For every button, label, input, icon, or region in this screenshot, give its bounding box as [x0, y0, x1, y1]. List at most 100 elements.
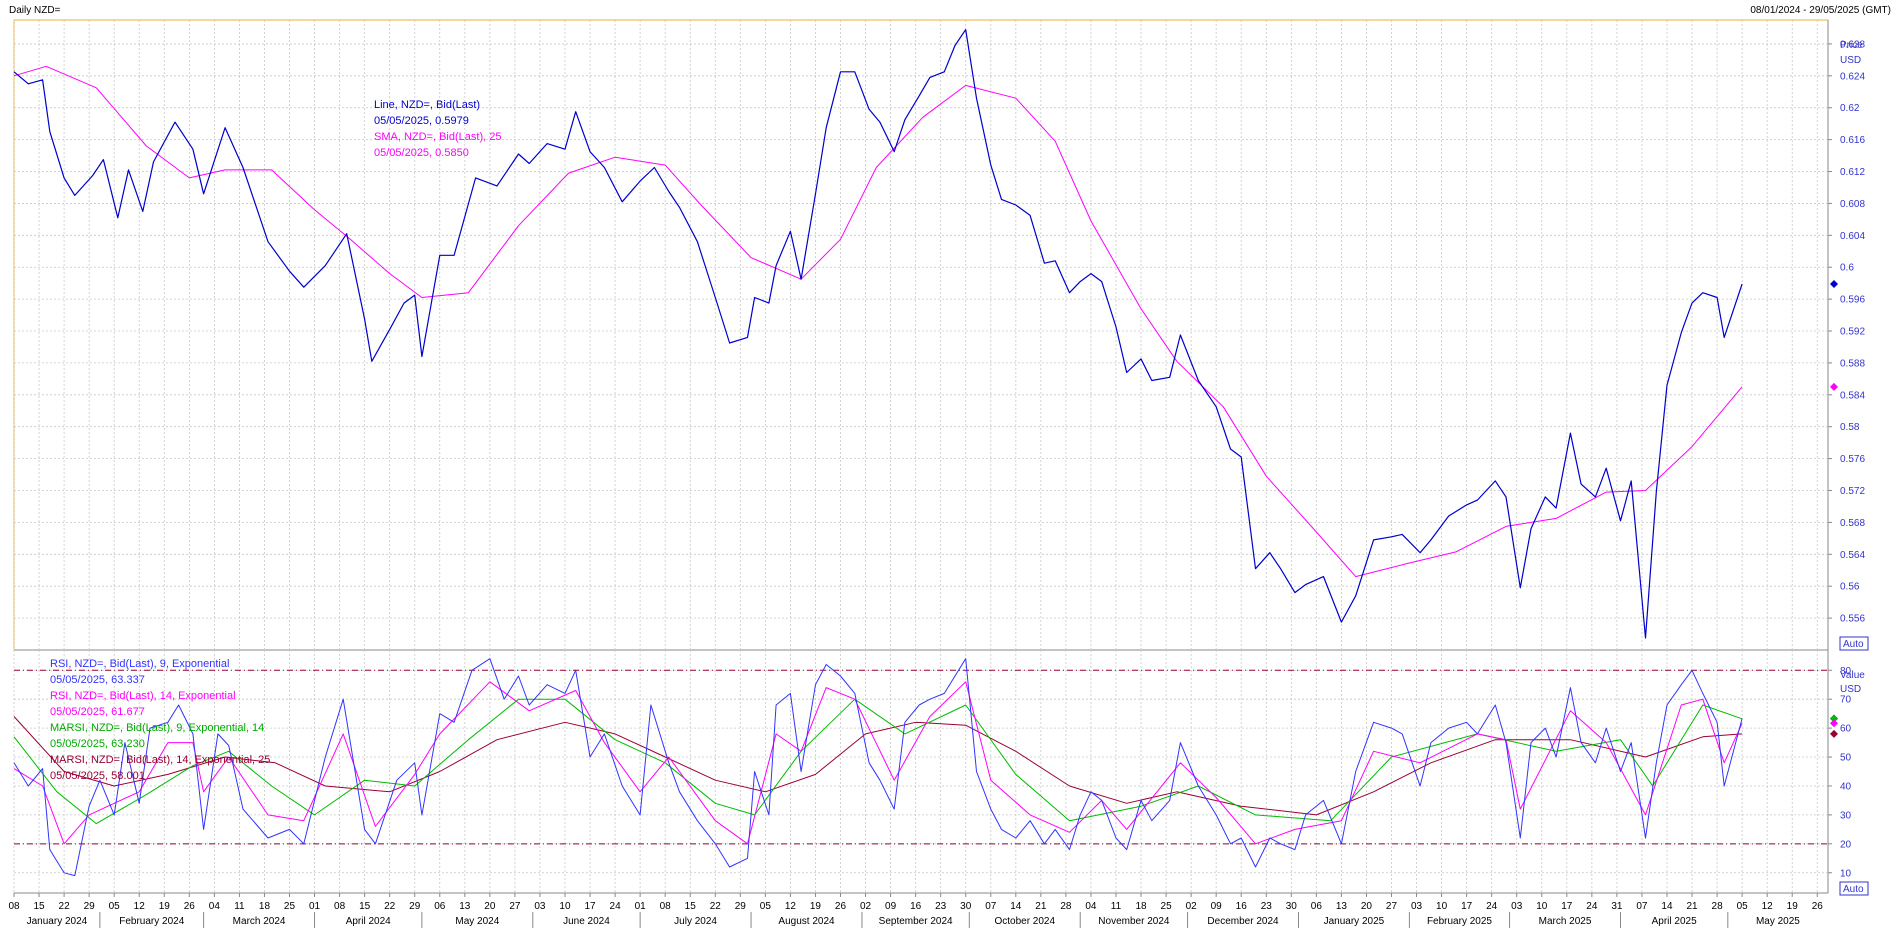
x-day-tick-label: 12	[785, 901, 797, 912]
x-day-tick-label: 12	[1762, 901, 1774, 912]
x-day-tick-label: 05	[1737, 901, 1749, 912]
price-y-tick-label: 0.592	[1840, 327, 1865, 338]
osc-auto-label[interactable]: Auto	[1843, 884, 1864, 895]
x-day-tick-label: 17	[584, 901, 596, 912]
x-day-tick-label: 17	[1461, 901, 1473, 912]
x-day-tick-label: 22	[59, 901, 71, 912]
x-day-tick-label: 19	[810, 901, 822, 912]
price-legend-sma-name: SMA, NZD=, Bid(Last), 25	[374, 131, 501, 143]
osc-legend-rsi14-name: RSI, NZD=, Bid(Last), 14, Exponential	[50, 690, 236, 702]
x-month-label: January 2025	[1324, 916, 1385, 927]
x-day-tick-label: 23	[1261, 901, 1273, 912]
x-day-tick-label: 02	[1186, 901, 1198, 912]
osc-axis-unit: USD	[1840, 684, 1861, 695]
price-y-tick-label: 0.584	[1840, 390, 1865, 401]
chart: Daily NZD= 08/01/2024 - 29/05/2025 (GMT)…	[0, 0, 1898, 932]
x-day-tick-label: 06	[1311, 901, 1323, 912]
price-legend-line-name: Line, NZD=, Bid(Last)	[374, 99, 480, 111]
price-auto-label[interactable]: Auto	[1843, 639, 1864, 650]
x-day-tick-label: 03	[1511, 901, 1523, 912]
price-y-tick-label: 0.56	[1840, 582, 1860, 593]
osc-legend-marsi9-name: MARSI, NZD=, Bid(Last), 9, Exponential, …	[50, 722, 264, 734]
x-day-tick-label: 04	[209, 901, 221, 912]
price-axis-title: Price	[1840, 40, 1863, 51]
x-day-tick-label: 15	[33, 901, 45, 912]
x-month-label: March 2024	[233, 916, 286, 927]
osc-legend-marsi9-value: 05/05/2025, 63.230	[50, 738, 145, 750]
x-day-tick-label: 10	[559, 901, 571, 912]
x-day-tick-label: 01	[309, 901, 321, 912]
x-day-tick-label: 12	[134, 901, 146, 912]
price-y-tick-label: 0.596	[1840, 295, 1865, 306]
price-y-tick-label: 0.576	[1840, 454, 1865, 465]
x-day-tick-label: 16	[910, 901, 922, 912]
x-day-tick-label: 24	[1486, 901, 1498, 912]
osc-legend-rsi9-value: 05/05/2025, 63.337	[50, 674, 145, 686]
x-day-tick-label: 26	[1812, 901, 1824, 912]
x-day-tick-label: 14	[1010, 901, 1022, 912]
osc-y-tick-label: 40	[1840, 781, 1852, 792]
x-day-tick-label: 30	[1286, 901, 1298, 912]
x-day-tick-label: 14	[1661, 901, 1673, 912]
x-day-tick-label: 21	[1035, 901, 1047, 912]
price-y-tick-label: 0.6	[1840, 263, 1854, 274]
x-day-tick-label: 18	[1135, 901, 1147, 912]
price-legend-sma-value: 05/05/2025, 0.5850	[374, 147, 469, 159]
x-day-tick-label: 15	[685, 901, 697, 912]
price-y-tick-label: 0.608	[1840, 199, 1865, 210]
date-range: 08/01/2024 - 29/05/2025 (GMT)	[1750, 5, 1891, 16]
osc-y-tick-label: 70	[1840, 695, 1852, 706]
x-day-tick-label: 24	[1586, 901, 1598, 912]
x-month-label: September 2024	[879, 916, 953, 927]
osc-y-tick-label: 20	[1840, 839, 1852, 850]
x-day-tick-label: 27	[1386, 901, 1398, 912]
x-month-label: August 2024	[778, 916, 835, 927]
x-month-label: January 2024	[27, 916, 88, 927]
x-day-tick-label: 27	[509, 901, 521, 912]
price-y-tick-label: 0.568	[1840, 518, 1865, 529]
x-day-tick-label: 10	[1436, 901, 1448, 912]
x-day-tick-label: 11	[1111, 901, 1122, 912]
x-day-tick-label: 11	[234, 901, 245, 912]
osc-legend-rsi9-name: RSI, NZD=, Bid(Last), 9, Exponential	[50, 658, 229, 670]
x-month-label: June 2024	[563, 916, 610, 927]
x-day-tick-label: 19	[1787, 901, 1799, 912]
price-legend-line-value: 05/05/2025, 0.5979	[374, 115, 469, 127]
x-day-tick-label: 04	[1085, 901, 1097, 912]
price-y-tick-label: 0.62	[1840, 103, 1860, 114]
x-day-tick-label: 06	[434, 901, 446, 912]
x-day-tick-label: 21	[1686, 901, 1698, 912]
x-day-tick-label: 29	[735, 901, 747, 912]
x-month-label: November 2024	[1098, 916, 1170, 927]
x-month-label: July 2024	[674, 916, 717, 927]
chart-background	[0, 0, 1898, 932]
price-y-tick-label: 0.588	[1840, 358, 1865, 369]
x-day-tick-label: 09	[1211, 901, 1223, 912]
osc-axis-title: Value	[1840, 670, 1865, 681]
x-day-tick-label: 05	[109, 901, 121, 912]
x-day-tick-label: 18	[259, 901, 271, 912]
x-day-tick-label: 07	[985, 901, 997, 912]
x-month-label: February 2024	[119, 916, 184, 927]
price-y-tick-label: 0.612	[1840, 167, 1865, 178]
x-day-tick-label: 17	[1561, 901, 1573, 912]
osc-auto-button[interactable]: Auto	[1839, 881, 1869, 896]
x-day-tick-label: 16	[1236, 901, 1248, 912]
x-day-tick-label: 29	[84, 901, 96, 912]
x-month-label: March 2025	[1539, 916, 1592, 927]
price-y-tick-label: 0.58	[1840, 422, 1860, 433]
x-day-tick-label: 08	[8, 901, 20, 912]
osc-legend-rsi14-value: 05/05/2025, 61.677	[50, 706, 145, 718]
x-day-tick-label: 08	[334, 901, 346, 912]
x-day-tick-label: 30	[960, 901, 972, 912]
x-day-tick-label: 15	[359, 901, 371, 912]
price-axis-unit: USD	[1840, 55, 1861, 66]
price-y-tick-label: 0.556	[1840, 614, 1865, 625]
osc-legend-marsi14-name: MARSI, NZD=, Bid(Last), 14, Exponential,…	[50, 754, 270, 766]
price-y-tick-label: 0.604	[1840, 231, 1865, 242]
osc-y-tick-label: 60	[1840, 724, 1852, 735]
x-day-tick-label: 03	[534, 901, 546, 912]
x-month-label: December 2024	[1207, 916, 1279, 927]
price-auto-button[interactable]: Auto	[1839, 636, 1869, 651]
x-month-label: May 2024	[455, 916, 499, 927]
